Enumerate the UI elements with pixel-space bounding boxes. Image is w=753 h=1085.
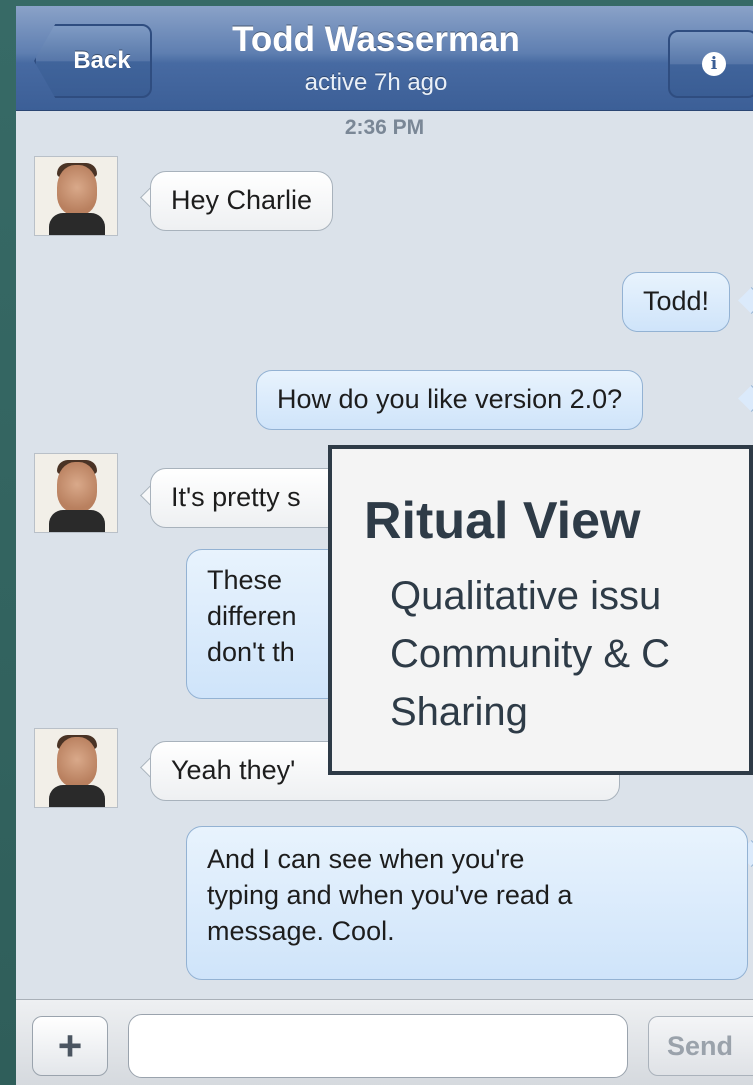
slide-frame: Back Todd Wasserman active 7h ago i 2:36… — [0, 0, 753, 1085]
send-button[interactable]: Send — [648, 1016, 753, 1076]
add-attachment-button[interactable]: + — [32, 1016, 108, 1076]
message-line: And I can see when you're — [207, 844, 525, 874]
message-timestamp: 2:36 PM — [344, 116, 425, 139]
contact-avatar — [34, 156, 118, 236]
message-text: How do you like version 2.0? — [277, 384, 623, 414]
back-button[interactable]: Back — [34, 24, 152, 98]
message-text: It's pretty s — [171, 482, 301, 512]
callout-item: Qualitative issu — [390, 574, 662, 618]
message-text: Hey Charlie — [171, 185, 313, 215]
info-icon: i — [702, 52, 726, 76]
callout-item: Community & C — [390, 632, 671, 676]
message-bubble-outgoing: Todd! — [622, 272, 731, 332]
ritual-view-callout: Ritual View Qualitative issu Community &… — [328, 445, 753, 775]
plus-icon: + — [57, 1022, 83, 1069]
message-composer: + Send — [16, 999, 753, 1085]
message-input[interactable] — [128, 1014, 628, 1078]
callout-title: Ritual View — [364, 492, 641, 550]
message-text: Yeah they' — [171, 755, 296, 785]
contact-name: Todd Wasserman — [232, 20, 520, 59]
message-bubble-incoming: Hey Charlie — [150, 171, 334, 231]
message-line: typing and when you've read a — [207, 880, 573, 910]
contact-avatar — [34, 728, 118, 808]
message-bubble-outgoing: And I can see when you're typing and whe… — [186, 826, 748, 980]
contact-avatar — [34, 453, 118, 533]
callout-item: Sharing — [390, 690, 528, 734]
back-button-label: Back — [73, 47, 131, 74]
message-text: Todd! — [643, 286, 710, 316]
contact-status: active 7h ago — [304, 69, 448, 96]
nav-bar: Back Todd Wasserman active 7h ago i — [16, 6, 753, 111]
info-button[interactable]: i — [668, 30, 753, 98]
message-line: message. Cool. — [207, 916, 395, 946]
send-button-label: Send — [667, 1030, 734, 1061]
message-bubble-outgoing: How do you like version 2.0? — [256, 370, 644, 430]
